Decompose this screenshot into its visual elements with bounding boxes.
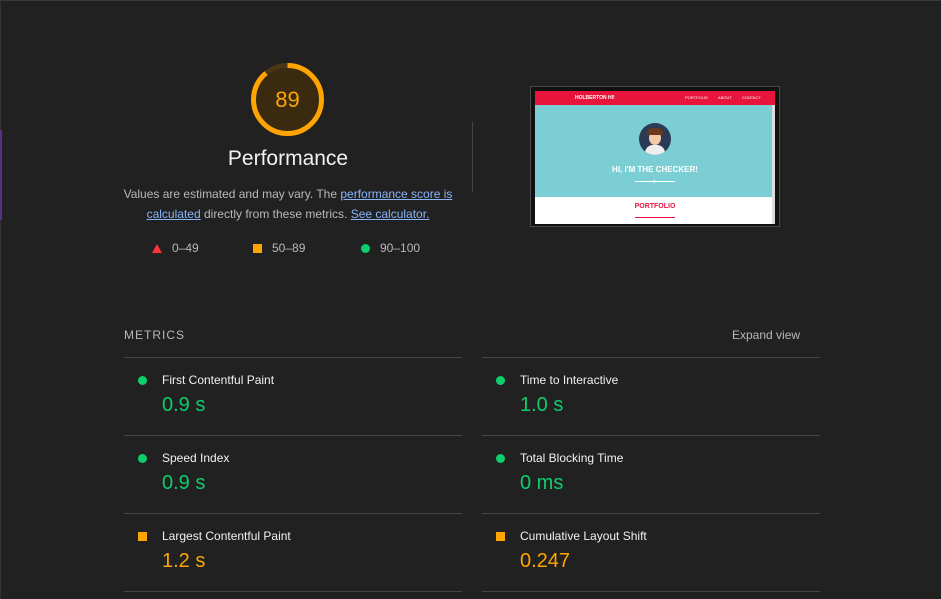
description-text-middle: directly from these metrics. [200,207,351,221]
metric-cumulative-layout-shift: Cumulative Layout Shift 0.247 [482,514,802,584]
star-icon: ★ [652,179,657,185]
metric-value: 0.9 s [162,472,206,494]
metrics-heading: METRICS [124,328,185,342]
square-icon [253,243,262,253]
circle-icon [138,376,147,385]
circle-icon [496,376,505,385]
score-description: Values are estimated and may vary. The p… [118,184,458,224]
square-icon [138,532,147,541]
legend-fail: 0–49 [152,241,199,255]
metric-first-contentful-paint: First Contentful Paint 0.9 s [124,358,444,428]
thumbnail-navbar: HOLBERTON HI! PORTFOLIO ABOUT CONTACT [535,91,775,105]
thumbnail-brand: HOLBERTON HI! [575,95,615,101]
metric-name: Cumulative Layout Shift [520,529,647,543]
legend-average: 50–89 [253,241,305,255]
legend-range: 50–89 [272,241,306,255]
legend-range: 90–100 [380,241,421,255]
metric-name: Speed Index [162,451,230,465]
metric-value: 1.0 s [520,394,564,416]
divider [482,591,820,592]
thumbnail-hero: HI, I'M THE CHECKER! ★ [535,105,775,197]
window-left-border [0,0,1,599]
thumbnail-scrollbar [772,105,775,224]
circle-icon [138,454,147,463]
avatar [639,123,671,155]
category-title: Performance [227,147,349,170]
metric-total-blocking-time: Total Blocking Time 0 ms [482,436,802,506]
window-top-border [0,0,941,1]
metric-largest-contentful-paint: Largest Contentful Paint 1.2 s [124,514,444,584]
metric-value: 0 ms [520,472,564,494]
metric-value: 1.2 s [162,550,206,572]
metric-time-to-interactive: Time to Interactive 1.0 s [482,358,802,428]
score-value: 89 [275,87,300,112]
metric-name: Time to Interactive [520,373,619,387]
avatar-shirt [645,145,665,155]
metric-name: Largest Contentful Paint [162,529,291,543]
window-accent-bar [0,130,2,220]
thumbnail-nav-links: PORTFOLIO ABOUT CONTACT [685,95,771,100]
thumbnail-nav-item: CONTACT [741,95,761,100]
metric-speed-index: Speed Index 0.9 s [124,436,444,506]
metric-value: 0.247 [520,550,571,572]
avatar-hair [647,128,663,135]
square-icon [496,532,505,541]
thumbnail-nav-item: ABOUT [718,95,732,100]
thumbnail-section-title: PORTFOLIO [634,203,676,210]
expand-view-toggle[interactable]: Expand view [732,328,800,342]
vertical-divider [472,122,473,192]
thumbnail-page: HOLBERTON HI! PORTFOLIO ABOUT CONTACT HI, … [535,91,775,224]
description-text: Values are estimated and may vary. The [123,187,341,201]
performance-score-gauge[interactable]: 89 [250,62,325,137]
legend-range: 0–49 [172,241,199,255]
thumbnail-separator [635,217,675,218]
divider [124,591,462,592]
thumbnail-nav-item: PORTFOLIO [685,95,709,100]
circle-icon [496,454,505,463]
circle-icon [361,243,370,253]
page-screenshot-thumbnail[interactable]: HOLBERTON HI! PORTFOLIO ABOUT CONTACT HI, … [530,86,780,227]
metric-name: Total Blocking Time [520,451,624,465]
metric-name: First Contentful Paint [162,373,275,387]
thumbnail-heading: HI, I'M THE CHECKER! [612,165,698,174]
see-calculator-link[interactable]: See calculator. [351,207,430,221]
metric-value: 0.9 s [162,394,206,416]
legend-pass: 90–100 [361,241,420,255]
triangle-icon [152,243,162,253]
